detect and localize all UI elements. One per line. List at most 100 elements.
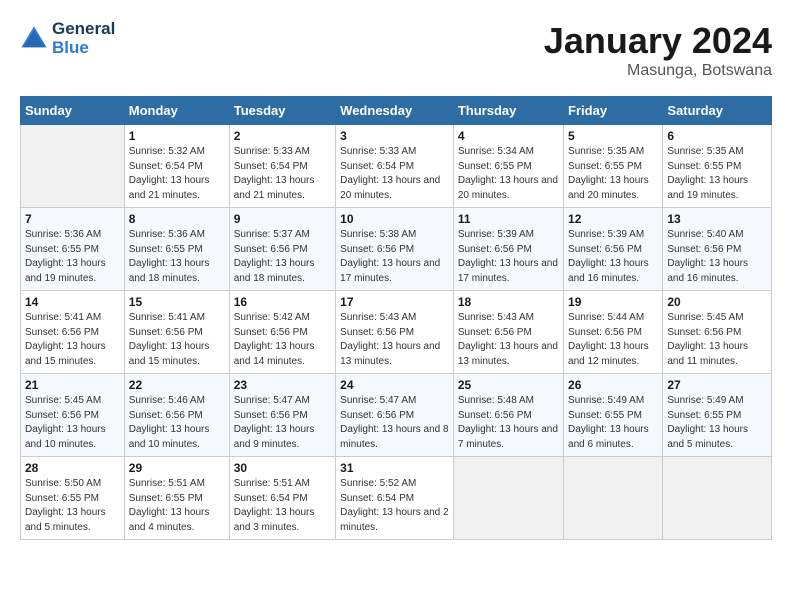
calendar-header-cell: Friday [564,97,663,125]
day-info: Sunrise: 5:47 AMSunset: 6:56 PMDaylight:… [234,394,331,452]
calendar-cell: 25Sunrise: 5:48 AMSunset: 6:56 PMDayligh… [453,374,563,457]
calendar-cell [21,125,125,208]
calendar-week-row: 7Sunrise: 5:36 AMSunset: 6:55 PMDaylight… [21,208,772,291]
calendar-week-row: 1 Sunrise: 5:32 AMSunset: 6:54 PMDaylight… [21,125,772,208]
calendar-header-cell: Wednesday [336,97,454,125]
day-info: Sunrise: 5:33 AMSunset: 6:54 PMDaylight:… [340,145,449,203]
day-info: Sunrise: 5:51 AMSunset: 6:54 PMDaylight:… [234,477,331,535]
day-info: Sunrise: 5:50 AMSunset: 6:55 PMDaylight:… [25,477,120,535]
calendar-table: SundayMondayTuesdayWednesdayThursdayFrid… [20,96,772,540]
day-info: Sunrise: 5:42 AMSunset: 6:56 PMDaylight:… [234,311,331,369]
day-info: Sunrise: 5:48 AMSunset: 6:56 PMDaylight:… [458,394,559,452]
page-header: General Blue January 2024 Masunga, Botsw… [20,20,772,80]
calendar-cell: 14 Sunrise: 5:41 AMSunset: 6:56 PMDayligh… [21,291,125,374]
calendar-cell [453,457,563,540]
logo-icon [20,25,48,53]
day-number: 26 [568,378,658,392]
calendar-cell: 12Sunrise: 5:39 AMSunset: 6:56 PMDayligh… [564,208,663,291]
calendar-cell: 3Sunrise: 5:33 AMSunset: 6:54 PMDaylight… [336,125,454,208]
calendar-cell: 16 Sunrise: 5:42 AMSunset: 6:56 PMDayligh… [229,291,335,374]
day-info: Sunrise: 5:39 AMSunset: 6:56 PMDaylight:… [568,228,658,286]
calendar-cell: 7Sunrise: 5:36 AMSunset: 6:55 PMDaylight… [21,208,125,291]
day-number: 4 [458,129,559,143]
day-info: Sunrise: 5:36 AMSunset: 6:55 PMDaylight:… [25,228,120,286]
day-info: Sunrise: 5:41 AMSunset: 6:56 PMDaylight:… [129,311,225,369]
day-number: 23 [234,378,331,392]
calendar-cell: 9 Sunrise: 5:37 AMSunset: 6:56 PMDaylight… [229,208,335,291]
calendar-cell: 21Sunrise: 5:45 AMSunset: 6:56 PMDayligh… [21,374,125,457]
calendar-cell: 22Sunrise: 5:46 AMSunset: 6:56 PMDayligh… [124,374,229,457]
day-info: Sunrise: 5:33 AMSunset: 6:54 PMDaylight:… [234,145,331,203]
day-info: Sunrise: 5:38 AMSunset: 6:56 PMDaylight:… [340,228,449,286]
calendar-cell: 26 Sunrise: 5:49 AMSunset: 6:55 PMDayligh… [564,374,663,457]
calendar-header-cell: Thursday [453,97,563,125]
calendar-cell: 24 Sunrise: 5:47 AMSunset: 6:56 PMDayligh… [336,374,454,457]
day-number: 1 [129,129,225,143]
day-number: 5 [568,129,658,143]
calendar-cell: 29Sunrise: 5:51 AMSunset: 6:55 PMDayligh… [124,457,229,540]
calendar-cell: 30Sunrise: 5:51 AMSunset: 6:54 PMDayligh… [229,457,335,540]
calendar-cell: 5 Sunrise: 5:35 AMSunset: 6:55 PMDaylight… [564,125,663,208]
day-info: Sunrise: 5:47 AMSunset: 6:56 PMDaylight:… [340,394,449,452]
calendar-cell: 15 Sunrise: 5:41 AMSunset: 6:56 PMDayligh… [124,291,229,374]
day-number: 27 [667,378,767,392]
day-number: 18 [458,295,559,309]
day-number: 19 [568,295,658,309]
calendar-cell: 10 Sunrise: 5:38 AMSunset: 6:56 PMDayligh… [336,208,454,291]
day-number: 17 [340,295,449,309]
calendar-week-row: 21Sunrise: 5:45 AMSunset: 6:56 PMDayligh… [21,374,772,457]
day-number: 16 [234,295,331,309]
day-info: Sunrise: 5:35 AMSunset: 6:55 PMDaylight:… [568,145,658,203]
logo-line2: Blue [52,39,115,58]
day-info: Sunrise: 5:43 AMSunset: 6:56 PMDaylight:… [458,311,559,369]
day-number: 10 [340,212,449,226]
day-info: Sunrise: 5:39 AMSunset: 6:56 PMDaylight:… [458,228,559,286]
calendar-cell: 27 Sunrise: 5:49 AMSunset: 6:55 PMDayligh… [663,374,772,457]
day-info: Sunrise: 5:34 AMSunset: 6:55 PMDaylight:… [458,145,559,203]
calendar-cell: 11 Sunrise: 5:39 AMSunset: 6:56 PMDayligh… [453,208,563,291]
day-info: Sunrise: 5:35 AMSunset: 6:55 PMDaylight:… [667,145,767,203]
day-number: 29 [129,461,225,475]
calendar-cell: 28Sunrise: 5:50 AMSunset: 6:55 PMDayligh… [21,457,125,540]
day-number: 24 [340,378,449,392]
day-number: 8 [129,212,225,226]
calendar-cell: 20 Sunrise: 5:45 AMSunset: 6:56 PMDayligh… [663,291,772,374]
calendar-week-row: 14 Sunrise: 5:41 AMSunset: 6:56 PMDayligh… [21,291,772,374]
day-info: Sunrise: 5:37 AMSunset: 6:56 PMDaylight:… [234,228,331,286]
subtitle: Masunga, Botswana [544,62,772,80]
calendar-cell: 2Sunrise: 5:33 AMSunset: 6:54 PMDaylight… [229,125,335,208]
calendar-header-cell: Sunday [21,97,125,125]
calendar-cell: 23 Sunrise: 5:47 AMSunset: 6:56 PMDayligh… [229,374,335,457]
day-info: Sunrise: 5:45 AMSunset: 6:56 PMDaylight:… [667,311,767,369]
day-number: 6 [667,129,767,143]
day-info: Sunrise: 5:32 AMSunset: 6:54 PMDaylight:… [129,145,225,203]
main-title: January 2024 [544,20,772,62]
day-number: 31 [340,461,449,475]
calendar-body: 1 Sunrise: 5:32 AMSunset: 6:54 PMDaylight… [21,125,772,540]
calendar-header-cell: Monday [124,97,229,125]
day-number: 21 [25,378,120,392]
calendar-cell: 4 Sunrise: 5:34 AMSunset: 6:55 PMDaylight… [453,125,563,208]
calendar-cell: 31Sunrise: 5:52 AMSunset: 6:54 PMDayligh… [336,457,454,540]
calendar-cell [663,457,772,540]
calendar-cell: 19 Sunrise: 5:44 AMSunset: 6:56 PMDayligh… [564,291,663,374]
day-info: Sunrise: 5:36 AMSunset: 6:55 PMDaylight:… [129,228,225,286]
day-number: 9 [234,212,331,226]
day-number: 11 [458,212,559,226]
title-block: January 2024 Masunga, Botswana [544,20,772,80]
calendar-header-cell: Saturday [663,97,772,125]
calendar-cell: 17Sunrise: 5:43 AMSunset: 6:56 PMDayligh… [336,291,454,374]
logo: General Blue [20,20,115,57]
day-number: 14 [25,295,120,309]
logo-line1: General [52,20,115,39]
day-number: 20 [667,295,767,309]
day-info: Sunrise: 5:41 AMSunset: 6:56 PMDaylight:… [25,311,120,369]
calendar-cell: 13Sunrise: 5:40 AMSunset: 6:56 PMDayligh… [663,208,772,291]
day-info: Sunrise: 5:49 AMSunset: 6:55 PMDaylight:… [568,394,658,452]
day-number: 13 [667,212,767,226]
day-info: Sunrise: 5:49 AMSunset: 6:55 PMDaylight:… [667,394,767,452]
calendar-header-row: SundayMondayTuesdayWednesdayThursdayFrid… [21,97,772,125]
day-info: Sunrise: 5:44 AMSunset: 6:56 PMDaylight:… [568,311,658,369]
day-number: 15 [129,295,225,309]
calendar-cell: 6 Sunrise: 5:35 AMSunset: 6:55 PMDaylight… [663,125,772,208]
